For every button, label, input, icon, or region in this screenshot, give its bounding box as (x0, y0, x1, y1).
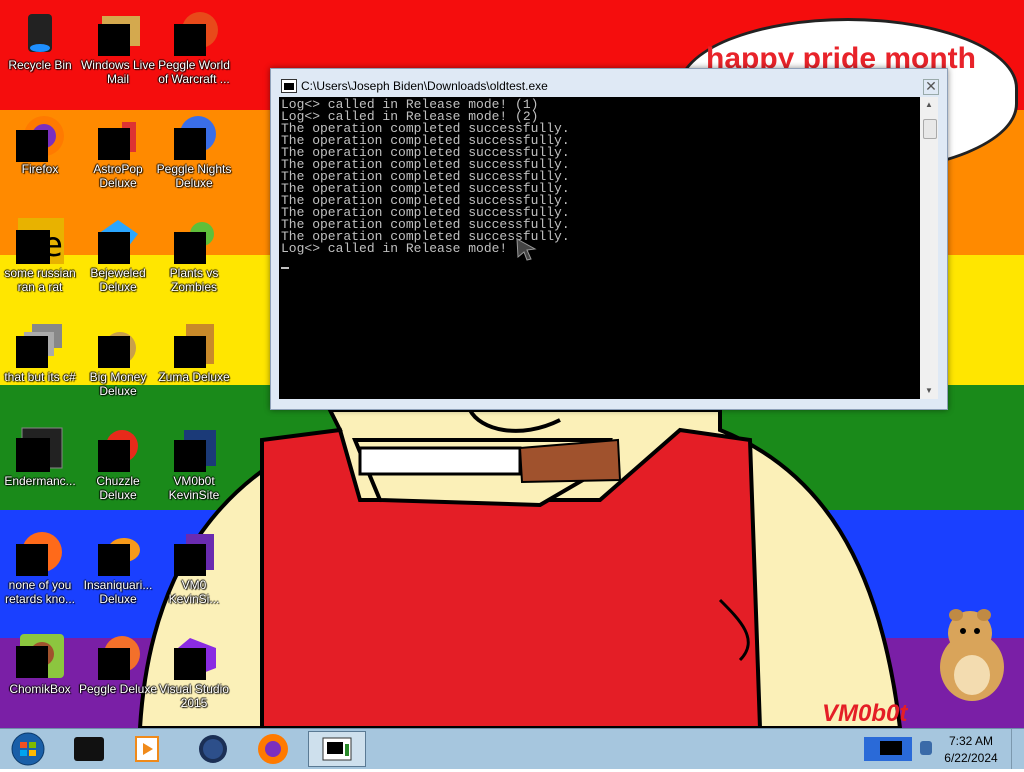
desktop-icon-that-but-csharp[interactable]: that but its c# (0, 316, 80, 416)
recycle-bin-icon[interactable]: Recycle Bin (0, 4, 80, 104)
black-app-icon (74, 737, 104, 761)
console-task-icon (322, 737, 352, 761)
desktop-icon-visual-studio[interactable]: Visual Studio 2015 (154, 628, 234, 728)
peggle-nights-label: Peggle Nights Deluxe (156, 162, 232, 190)
console-titlebar[interactable]: C:\Users\Joseph Biden\Downloads\oldtest.… (271, 69, 947, 97)
astropop-label: AstroPop Deluxe (93, 162, 143, 190)
censor-box (16, 336, 48, 368)
desktop-icon-endermanch[interactable]: Endermanc... (0, 420, 80, 520)
taskbar-firefox[interactable] (246, 731, 300, 767)
censor-box (16, 438, 50, 472)
russian-rat-label: some russian ran a rat (4, 266, 76, 294)
desktop-icon-vm0b0t-kevinsite[interactable]: VM0b0t KevinSite (154, 420, 234, 520)
insaniquarium-label: Insaniquari... Deluxe (83, 578, 153, 606)
firefox-label: Firefox (21, 162, 59, 176)
tray-app-icon (864, 737, 912, 761)
clock-time: 7:32 AM (948, 734, 994, 748)
desktop-icon-big-money[interactable]: Big Money Deluxe (78, 316, 158, 416)
desktop-icon-chuzzle[interactable]: Chuzzle Deluxe (78, 420, 158, 520)
censor-box (16, 544, 48, 576)
taskbar-console[interactable] (308, 731, 366, 767)
scroll-up-icon[interactable]: ▲ (920, 97, 938, 113)
text-cursor (281, 267, 289, 269)
desktop-icon-peggle-deluxe[interactable]: Peggle Deluxe (78, 628, 158, 728)
desktop-icon-russian-rat[interactable]: e some russian ran a rat (0, 212, 80, 312)
mouse-pointer-icon (516, 238, 537, 261)
close-icon[interactable]: ✕ (923, 79, 939, 95)
censor-box (174, 648, 206, 680)
scroll-thumb[interactable] (923, 119, 937, 139)
peggle-deluxe-label: Peggle Deluxe (78, 682, 158, 696)
console-app-icon (281, 79, 297, 93)
desktop-icon-vm0-kevinsi[interactable]: VM0 KevinSi... (154, 524, 234, 624)
scroll-down-icon[interactable]: ▼ (920, 383, 938, 399)
vm0-kevinsi-label: VM0 KevinSi... (168, 578, 220, 606)
censor-box (98, 232, 130, 264)
none-of-you-label: none of you retards kno... (4, 578, 76, 606)
globe-icon (199, 735, 227, 763)
windows-live-mail-label: Windows Live Mail (80, 58, 156, 86)
chuzzle-label: Chuzzle Deluxe (96, 474, 140, 502)
censor-box (98, 544, 130, 576)
censor-box (174, 128, 206, 160)
bejeweled-label: Bejeweled Deluxe (90, 266, 146, 294)
desktop-icon-none-of-you[interactable]: none of you retards kno... (0, 524, 80, 624)
desktop-icon-peggle-wow[interactable]: Peggle World of Warcraft ... (154, 4, 234, 104)
censor-box (98, 128, 130, 160)
censor-box (16, 230, 50, 264)
taskbar-media-player[interactable] (120, 731, 174, 767)
start-orb-icon (11, 732, 45, 766)
censor-box (98, 24, 130, 56)
censor-box (174, 232, 206, 264)
censor-box (16, 646, 48, 678)
censor-box (98, 336, 130, 368)
console-title: C:\Users\Joseph Biden\Downloads\oldtest.… (301, 79, 548, 93)
desktop-icon-bejeweled[interactable]: Bejeweled Deluxe (78, 212, 158, 312)
censor-box (98, 648, 130, 680)
censor-box (174, 544, 206, 576)
taskbar: 7:32 AM 6/22/2024 (0, 728, 1024, 769)
big-money-label: Big Money Deluxe (89, 370, 147, 398)
tray-network-icon[interactable] (920, 741, 932, 755)
plants-vs-zombies-label: Plants vs Zombies (169, 266, 219, 294)
censor-box (98, 440, 130, 472)
censor-box (174, 440, 206, 472)
vm0b0t-kevinsite-label: VM0b0t KevinSite (168, 474, 220, 502)
desktop-icon-peggle-nights[interactable]: Peggle Nights Deluxe (154, 108, 234, 208)
desktop-icon-zuma[interactable]: Zuma Deluxe (154, 316, 234, 416)
console-window[interactable]: C:\Users\Joseph Biden\Downloads\oldtest.… (270, 68, 948, 410)
show-desktop-button[interactable] (1011, 729, 1024, 769)
media-player-icon (135, 736, 159, 762)
chomikbox-label: ChomikBox (9, 682, 71, 696)
peggle-wow-label: Peggle World of Warcraft ... (158, 58, 230, 86)
console-line: Log<> called in Release mode! (281, 241, 508, 256)
desktop-icon-windows-live-mail[interactable]: Windows Live Mail (78, 4, 158, 104)
desktop-icon-chomikbox[interactable]: ChomikBox (0, 628, 80, 728)
start-button[interactable] (2, 731, 54, 767)
trash-can-icon (28, 14, 52, 52)
clock-date: 6/22/2024 (944, 751, 998, 765)
visual-studio-label: Visual Studio 2015 (159, 682, 229, 710)
endermanch-label: Endermanc... (4, 474, 76, 488)
tray-pinned-app[interactable] (858, 733, 918, 765)
desktop-icon-insaniquarium[interactable]: Insaniquari... Deluxe (78, 524, 158, 624)
censor-box (174, 336, 206, 368)
console-output[interactable]: Log<> called in Release mode! (1) Log<> … (279, 97, 920, 399)
recycle-bin-label: Recycle Bin (8, 58, 72, 72)
desktop-icon-plants-vs-zombies[interactable]: Plants vs Zombies (154, 212, 234, 312)
desktop-icon-astropop[interactable]: AstroPop Deluxe (78, 108, 158, 208)
desktop-icon-firefox[interactable]: Firefox (0, 108, 80, 208)
zuma-label: Zuma Deluxe (158, 370, 230, 384)
taskbar-app-black[interactable] (62, 731, 116, 767)
taskbar-globe[interactable] (186, 731, 240, 767)
hamster-image (940, 609, 1004, 701)
taskbar-clock[interactable]: 7:32 AM 6/22/2024 (936, 733, 1006, 767)
wallpaper-signature: VM0b0t (822, 700, 908, 727)
censor-box (16, 130, 48, 162)
firefox-icon (258, 734, 288, 764)
censor-box (174, 24, 206, 56)
console-scrollbar[interactable]: ▲ ▼ (920, 97, 938, 399)
csharp-label: that but its c# (4, 370, 76, 384)
